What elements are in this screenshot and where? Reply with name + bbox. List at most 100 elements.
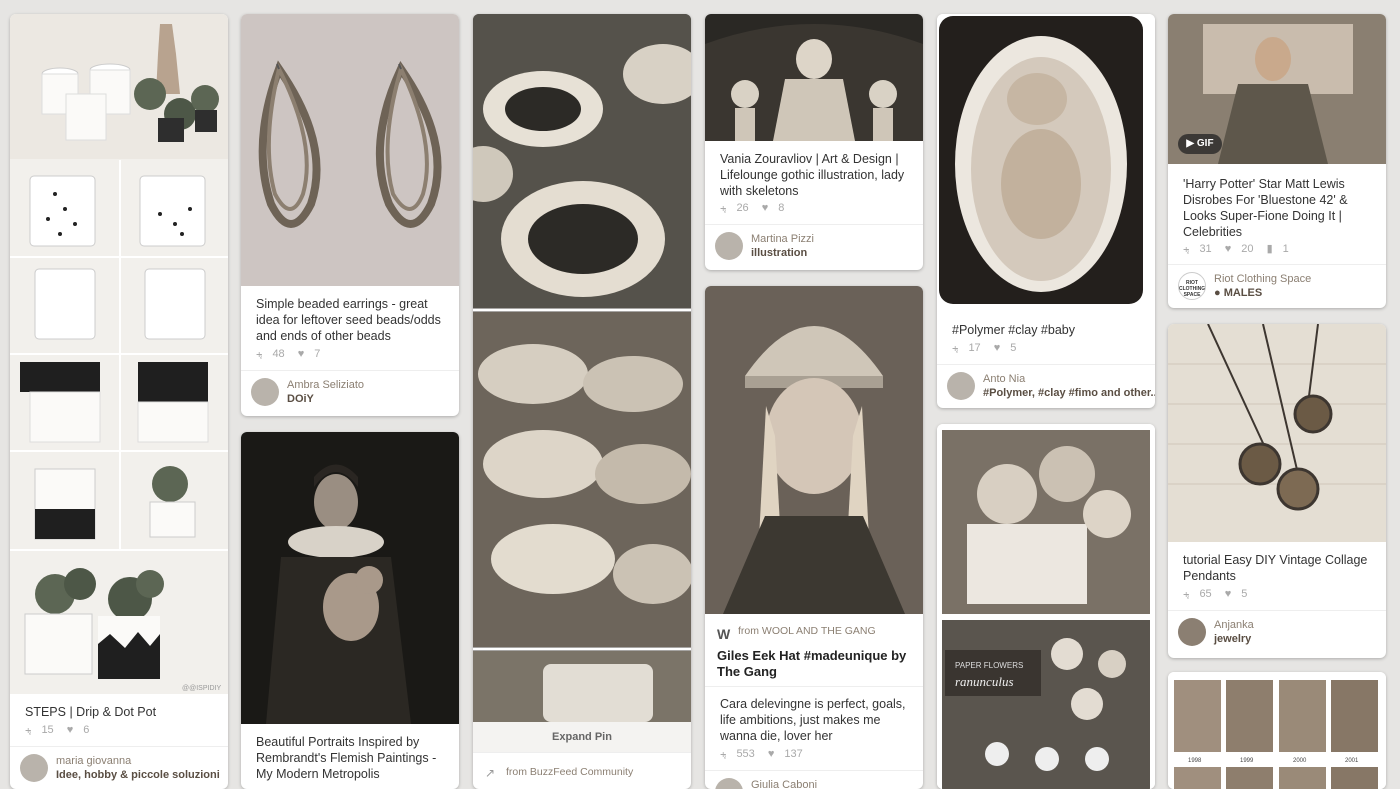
pin-stats: ⨧ 48 ♥ 7 xyxy=(256,348,330,361)
pin-description: Vania Zouravliov | Art & Design | Lifelo… xyxy=(720,152,905,198)
pin-earrings[interactable]: Simple beaded earrings - great idea for … xyxy=(241,14,459,416)
board-label[interactable]: MALES xyxy=(1224,287,1263,299)
board-name[interactable]: jewelry xyxy=(1214,633,1251,645)
pin-board: @@ISPIDIY STEPS | Drip & Dot Pot ⨧ 15 ♥ 6 … xyxy=(0,0,1400,789)
repin-count: 15 xyxy=(41,724,54,736)
pin-baby[interactable]: #Polymer #clay #baby ⨧ 17 ♥ 5 Anto Nia #Po… xyxy=(937,14,1155,408)
pin-stats: ⨧ 31 ♥ 20 ▮ 1 xyxy=(1183,242,1299,256)
like-count: 8 xyxy=(778,202,785,214)
pin-skeletons[interactable]: Vania Zouravliov | Art & Design | Lifelo… xyxy=(705,14,923,270)
pin-photo-grid[interactable]: 1998 1999 2000 2001 xyxy=(1168,672,1386,789)
pinner-attribution[interactable]: Anto Nia #Polymer, #clay #fimo and other… xyxy=(947,372,1155,402)
year-label: 2000 xyxy=(1293,758,1307,764)
pushpin-icon: ⨧ xyxy=(720,748,727,760)
year-label: 2001 xyxy=(1345,758,1359,764)
heart-icon: ♥ xyxy=(297,348,305,360)
divider xyxy=(937,364,1155,365)
pin-stats: ⨧ 17 ♥ 5 xyxy=(952,342,1026,355)
heart-icon: ♥ xyxy=(993,342,1001,354)
pin-image[interactable] xyxy=(473,14,691,722)
avatar[interactable]: RIOT CLOTHING SPACE xyxy=(1178,272,1206,300)
source-link[interactable]: from WOOL AND THE GANG xyxy=(738,625,876,637)
avatar[interactable] xyxy=(715,232,743,260)
pushpin-icon: ⨧ xyxy=(1183,588,1190,600)
repin-count: 26 xyxy=(736,202,749,214)
pin-image[interactable]: 1998 1999 2000 2001 xyxy=(1168,672,1386,789)
pin-image[interactable] xyxy=(705,14,923,141)
pin-stats: ⨧ 65 ♥ 5 xyxy=(1183,588,1257,601)
avatar[interactable] xyxy=(947,372,975,400)
pin-image[interactable] xyxy=(241,14,459,286)
board-name[interactable]: illustration xyxy=(751,247,807,259)
pinner-name[interactable]: Martina Pizzi xyxy=(751,233,814,245)
heart-icon: ♥ xyxy=(66,724,74,736)
pinner-attribution[interactable]: RIOT CLOTHING SPACE Riot Clothing Space … xyxy=(1178,272,1383,302)
divider xyxy=(1168,610,1386,611)
pin-description: #Polymer #clay #baby xyxy=(952,323,1075,337)
pinner-name[interactable]: Riot Clothing Space xyxy=(1214,273,1311,285)
heart-icon: ♥ xyxy=(761,202,769,214)
heart-icon: ♥ xyxy=(1224,243,1232,255)
pin-hat[interactable]: W from WOOL AND THE GANG Giles Eek Hat #… xyxy=(705,286,923,789)
avatar[interactable] xyxy=(251,378,279,406)
like-count: 5 xyxy=(1010,342,1017,354)
pushpin-icon: ⨧ xyxy=(256,348,263,360)
pinner-name[interactable]: maria giovanna xyxy=(56,755,131,767)
like-count: 7 xyxy=(314,348,321,360)
pinner-name[interactable]: Ambra Seliziato xyxy=(287,379,364,391)
pushpin-icon: ⨧ xyxy=(25,724,32,736)
pin-image[interactable] xyxy=(241,432,459,724)
pinner-attribution[interactable]: maria giovanna Idee, hobby & piccole sol… xyxy=(20,754,220,784)
avatar[interactable] xyxy=(715,778,743,789)
source-link[interactable]: from BuzzFeed Community xyxy=(506,766,633,778)
repin-count: 17 xyxy=(968,342,981,354)
divider xyxy=(1168,264,1386,265)
pin-image[interactable]: PAPER FLOWERS ranunculus xyxy=(937,424,1155,789)
pin-image[interactable] xyxy=(1168,324,1386,542)
avatar[interactable] xyxy=(20,754,48,782)
pinner-attribution[interactable]: Ambra Seliziato DOiY xyxy=(251,378,451,408)
watermark-text: @@ISPIDIY xyxy=(182,685,221,692)
avatar[interactable] xyxy=(1178,618,1206,646)
gif-badge[interactable]: ▶ GIF xyxy=(1178,134,1222,154)
pin-potter[interactable]: ▶ GIF 'Harry Potter' Star Matt Lewis Dis… xyxy=(1168,14,1386,308)
heart-icon: ♥ xyxy=(1224,588,1232,600)
pin-pendants[interactable]: tutorial Easy DIY Vintage Collage Pendan… xyxy=(1168,324,1386,658)
pinner-name[interactable]: Anto Nia xyxy=(983,373,1025,385)
like-count: 137 xyxy=(784,748,803,760)
pin-image[interactable]: @@ISPIDIY xyxy=(10,14,228,694)
pinner-attribution[interactable]: Anjanka jewelry xyxy=(1178,618,1378,648)
pin-drip-pot[interactable]: @@ISPIDIY STEPS | Drip & Dot Pot ⨧ 15 ♥ 6 … xyxy=(10,14,228,789)
comment-count: 1 xyxy=(1282,243,1289,255)
like-count: 6 xyxy=(83,724,90,736)
repin-count: 31 xyxy=(1199,243,1212,255)
pinner-name[interactable]: Giulia Caboni xyxy=(751,779,817,789)
expand-pin-button[interactable]: Expand Pin xyxy=(473,722,691,752)
divider xyxy=(705,686,923,687)
pin-portrait[interactable]: Beautiful Portraits Inspired by Rembrand… xyxy=(241,432,459,789)
board-name[interactable]: #Polymer, #clay #fimo and other... xyxy=(983,387,1155,399)
pin-stats: ⨧ 26 ♥ 8 xyxy=(720,202,794,215)
pin-image[interactable] xyxy=(705,286,923,614)
pin-image[interactable] xyxy=(937,14,1155,310)
repin-count: 48 xyxy=(272,348,285,360)
board-name[interactable]: ● MALES xyxy=(1214,287,1262,299)
pinner-name[interactable]: Anjanka xyxy=(1214,619,1254,631)
pushpin-icon: ⨧ xyxy=(1183,243,1190,255)
pinner-attribution[interactable]: Martina Pizzi illustration xyxy=(715,232,915,262)
pin-description: STEPS | Drip & Dot Pot xyxy=(25,705,157,719)
repin-count: 65 xyxy=(1199,588,1212,600)
repin-count: 553 xyxy=(736,748,755,760)
pin-title[interactable]: Giles Eek Hat #madeunique by The Gang xyxy=(717,648,911,680)
trend-icon: ↗ xyxy=(485,766,496,780)
heart-icon: ♥ xyxy=(767,748,775,760)
pin-description: Simple beaded earrings - great idea for … xyxy=(256,297,441,343)
pin-buzzfeed[interactable]: Expand Pin ↗ from BuzzFeed Community xyxy=(473,14,691,789)
pushpin-icon: ⨧ xyxy=(952,342,959,354)
divider xyxy=(473,752,691,753)
board-name[interactable]: DOiY xyxy=(287,393,314,405)
pin-roses[interactable]: PAPER FLOWERS ranunculus xyxy=(937,424,1155,789)
sign-text: PAPER FLOWERS xyxy=(955,661,1023,670)
pinner-attribution[interactable]: Giulia Caboni xyxy=(715,778,915,789)
board-name[interactable]: Idee, hobby & piccole soluzioni xyxy=(56,769,220,781)
